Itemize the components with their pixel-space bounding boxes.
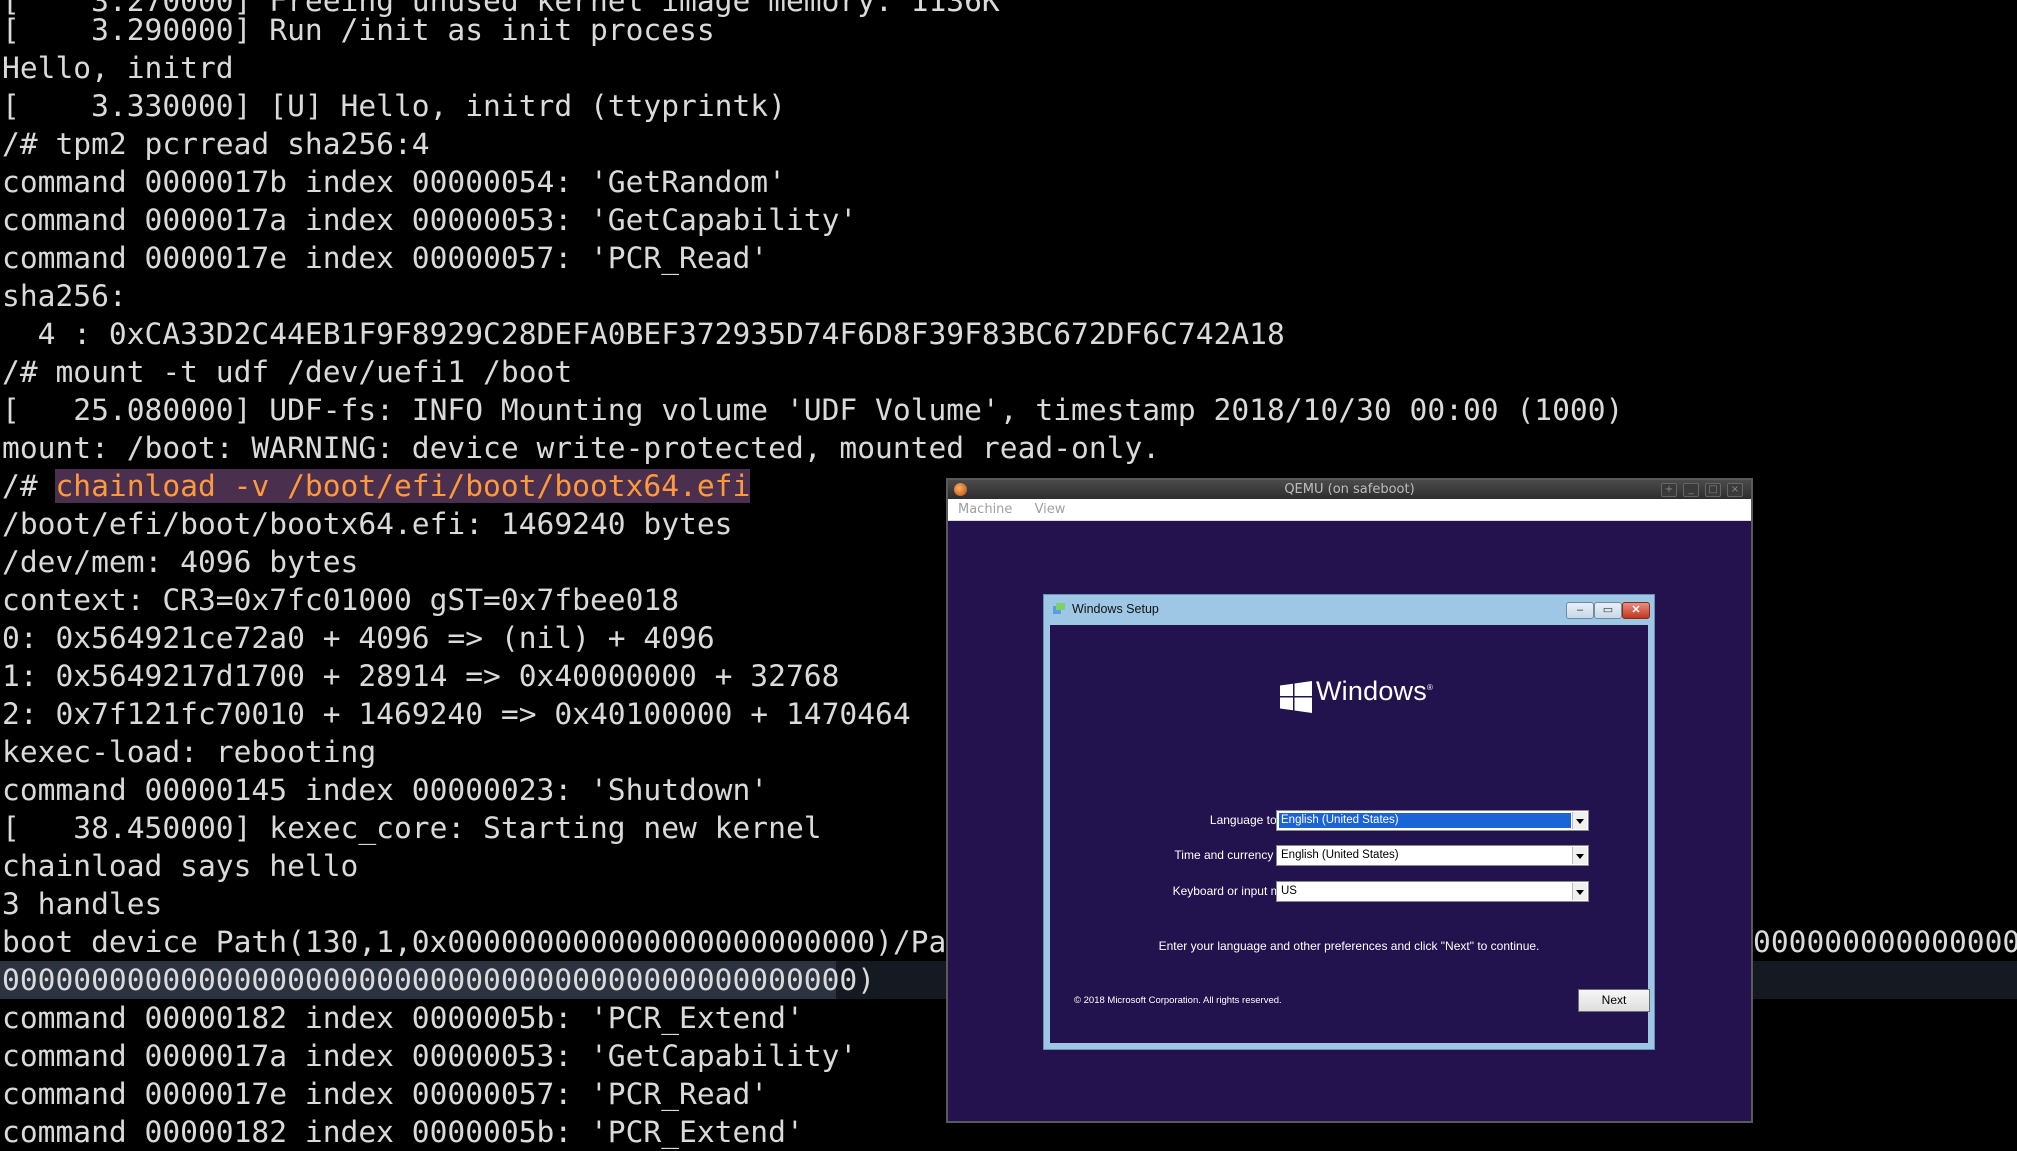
qemu-window[interactable]: QEMU (on safeboot) + _ □ × Machine View … (946, 478, 1753, 1123)
maximize-icon[interactable]: □ (1705, 483, 1721, 497)
terminal-line: 0000000000000000000000000000000000000000… (2, 963, 876, 997)
close-icon[interactable]: × (1727, 483, 1743, 497)
terminal-line: 3 handles (2, 887, 163, 921)
setup-app-icon (1053, 603, 1065, 614)
setup-title-bar[interactable]: Windows Setup – ▭ ✕ (1044, 595, 1654, 623)
terminal-line: command 0000017e index 00000057: 'PCR_Re… (2, 1077, 769, 1111)
qemu-title-bar[interactable]: QEMU (on safeboot) + _ □ × (948, 480, 1751, 499)
chevron-down-icon[interactable] (1572, 883, 1587, 900)
highlighted-command[interactable]: chainload -v /boot/efi/boot/bootx64.efi (55, 469, 751, 503)
windows-setup-dialog[interactable]: Windows Setup – ▭ ✕ Windows® Language to… (1043, 594, 1655, 1050)
qemu-title: QEMU (on safeboot) (1284, 482, 1415, 497)
terminal-command-line: /# chainload -v /boot/efi/boot/bootx64.e… (2, 467, 751, 505)
terminal-line: [ 38.450000] kexec_core: Starting new ke… (2, 811, 822, 845)
minimize-icon[interactable]: – (1566, 602, 1594, 619)
terminal-line: command 0000017e index 00000057: 'PCR_Re… (2, 241, 769, 275)
qemu-menu-bar: Machine View (948, 499, 1751, 521)
terminal-line: Hello, initrd (2, 51, 234, 85)
terminal-line-overflow: 00000000000000000 (1753, 925, 2017, 959)
pin-icon[interactable]: + (1661, 483, 1677, 497)
copyright-text: © 2018 Microsoft Corporation. All rights… (1074, 995, 1282, 1006)
terminal-line: command 00000182 index 0000005b: 'PCR_Ex… (2, 1115, 804, 1149)
windows-brand: Windows® (1316, 676, 1434, 706)
instruction-text: Enter your language and other preference… (1158, 939, 1540, 953)
terminal-line: boot device Path(130,1,0x000000000000000… (2, 925, 1000, 959)
close-icon[interactable]: ✕ (1622, 602, 1650, 619)
windows-logo-icon (1280, 681, 1312, 713)
menu-view[interactable]: View (1035, 502, 1066, 517)
terminal-line: chainload says hello (2, 849, 359, 883)
setup-title: Windows Setup (1072, 602, 1159, 616)
terminal-line: kexec-load: rebooting (2, 735, 377, 769)
minimize-icon[interactable]: _ (1683, 483, 1699, 497)
terminal-line: 0: 0x564921ce72a0 + 4096 => (nil) + 4096 (2, 621, 715, 655)
keyboard-select[interactable]: US (1276, 881, 1589, 902)
menu-machine[interactable]: Machine (958, 502, 1012, 517)
terminal-line: context: CR3=0x7fc01000 gST=0x7fbee018 (2, 583, 680, 617)
terminal-line: 4 : 0xCA33D2C44EB1F9F8929C28DEFA0BEF3729… (2, 317, 1285, 351)
terminal-line: mount: /boot: WARNING: device write-prot… (2, 431, 1161, 465)
prompt: /# (2, 469, 56, 503)
time-format-select[interactable]: English (United States) (1276, 845, 1589, 866)
setup-body: Windows® Language to install: English (U… (1050, 625, 1650, 1043)
chevron-down-icon[interactable] (1572, 812, 1587, 829)
next-button[interactable]: Next (1578, 989, 1650, 1012)
terminal-line: command 00000145 index 00000023: 'Shutdo… (2, 773, 769, 807)
terminal-line: command 0000017a index 00000053: 'GetCap… (2, 203, 858, 237)
terminal-line: command 0000017b index 00000054: 'GetRan… (2, 165, 786, 199)
terminal-line: command 0000017a index 00000053: 'GetCap… (2, 1039, 858, 1073)
terminal-line: 1: 0x5649217d1700 + 28914 => 0x40000000 … (2, 659, 840, 693)
terminal-line: /# mount -t udf /dev/uefi1 /boot (2, 355, 573, 389)
terminal-line: /dev/mem: 4096 bytes (2, 545, 359, 579)
restore-icon[interactable]: ▭ (1594, 602, 1622, 619)
language-select[interactable]: English (United States) (1276, 810, 1589, 831)
terminal-line: command 00000182 index 0000005b: 'PCR_Ex… (2, 1001, 804, 1035)
terminal-line: /# tpm2 pcrread sha256:4 (2, 127, 430, 161)
terminal-line: 2: 0x7f121fc70010 + 1469240 => 0x4010000… (2, 697, 911, 731)
terminal-line: sha256: (2, 279, 127, 313)
terminal-line: /boot/efi/boot/bootx64.efi: 1469240 byte… (2, 507, 733, 541)
qemu-logo-icon (954, 483, 967, 496)
terminal-line: [ 3.330000] [U] Hello, initrd (ttyprintk… (2, 89, 786, 123)
terminal-line: [ 3.290000] Run /init as init process (2, 13, 715, 47)
chevron-down-icon[interactable] (1572, 847, 1587, 864)
terminal-line: [ 25.080000] UDF-fs: INFO Mounting volum… (2, 393, 1624, 427)
